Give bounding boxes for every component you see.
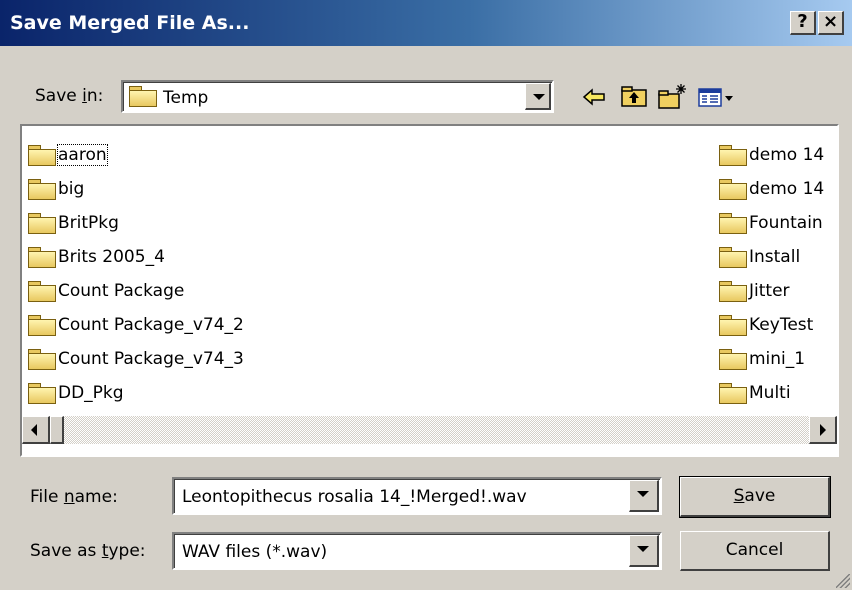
- folder-name: demo 14: [749, 179, 825, 199]
- folder-item[interactable]: Fountain: [719, 206, 824, 240]
- scroll-right-button[interactable]: [809, 416, 837, 444]
- close-button[interactable]: ×: [818, 11, 844, 35]
- horizontal-scrollbar[interactable]: [22, 416, 837, 444]
- back-arrow-icon[interactable]: [578, 82, 610, 112]
- save-as-type-value: WAV files (*.wav): [182, 542, 328, 562]
- folder-item[interactable]: demo 14: [719, 138, 824, 172]
- folder-item[interactable]: Multi: [719, 376, 824, 410]
- file-name-field[interactable]: Leontopithecus rosalia 14_!Merged!.wav: [172, 477, 662, 515]
- save-in-label: Save in:: [35, 86, 104, 106]
- folder-item[interactable]: Jitter: [719, 274, 824, 308]
- folder-icon: [719, 144, 747, 166]
- folder-name: KeyTest: [749, 315, 814, 335]
- folder-name: aaron: [57, 144, 108, 166]
- folder-icon: [28, 280, 56, 302]
- arrow-left-icon: [31, 424, 37, 436]
- save-as-type-label: Save as type:: [30, 541, 146, 561]
- folder-item[interactable]: mini_1: [719, 342, 824, 376]
- folder-item[interactable]: DD_Pkg: [28, 376, 244, 410]
- folder-name: DD_Pkg: [58, 383, 124, 403]
- folder-item[interactable]: Count Package: [28, 274, 244, 308]
- title-bar: Save Merged File As... ? ×: [0, 0, 852, 47]
- cancel-button[interactable]: Cancel: [680, 531, 830, 571]
- file-list[interactable]: aaron big BritPkg Brits 2005_4 Count Pac…: [20, 124, 839, 457]
- folder-item[interactable]: demo 14: [719, 172, 824, 206]
- window-title: Save Merged File As...: [10, 12, 250, 34]
- chevron-down-icon[interactable]: [629, 535, 659, 567]
- file-list-right-column: demo 14 demo 14 Fountain Install Jitter …: [719, 138, 824, 410]
- folder-name: Install: [749, 247, 801, 267]
- folder-icon: [28, 246, 56, 268]
- folder-item[interactable]: Count Package_v74_2: [28, 308, 244, 342]
- file-name-value: Leontopithecus rosalia 14_!Merged!.wav: [182, 487, 527, 507]
- resize-grip[interactable]: [836, 574, 850, 588]
- folder-name: mini_1: [749, 349, 806, 369]
- folder-icon: [28, 382, 56, 404]
- arrow-right-icon: [820, 424, 826, 436]
- up-one-level-icon[interactable]: [618, 82, 650, 112]
- folder-icon: [129, 86, 159, 112]
- folder-item[interactable]: BritPkg: [28, 206, 244, 240]
- save-in-value: Temp: [163, 88, 209, 108]
- folder-icon: [719, 280, 747, 302]
- folder-name: Multi: [749, 383, 791, 403]
- save-button[interactable]: Save: [679, 476, 831, 518]
- file-list-left-column: aaron big BritPkg Brits 2005_4 Count Pac…: [28, 138, 244, 410]
- folder-name: Count Package: [58, 281, 185, 301]
- create-new-folder-icon[interactable]: [656, 82, 688, 112]
- folder-name: Count Package_v74_2: [58, 315, 244, 335]
- folder-item[interactable]: KeyTest: [719, 308, 824, 342]
- folder-name: Jitter: [749, 281, 790, 301]
- scrollbar-thumb[interactable]: [50, 416, 64, 444]
- folder-item[interactable]: Count Package_v74_3: [28, 342, 244, 376]
- folder-icon: [28, 348, 56, 370]
- chevron-down-icon[interactable]: [525, 83, 551, 110]
- folder-item[interactable]: Brits 2005_4: [28, 240, 244, 274]
- folder-icon: [719, 178, 747, 200]
- folder-icon: [719, 348, 747, 370]
- folder-icon: [28, 314, 56, 336]
- folder-icon: [28, 178, 56, 200]
- folder-item[interactable]: Install: [719, 240, 824, 274]
- help-button[interactable]: ?: [790, 11, 816, 35]
- folder-icon: [719, 246, 747, 268]
- folder-icon: [719, 314, 747, 336]
- folder-icon: [719, 382, 747, 404]
- folder-name: Brits 2005_4: [58, 247, 165, 267]
- folder-name: BritPkg: [58, 213, 119, 233]
- save-as-type-dropdown[interactable]: WAV files (*.wav): [172, 532, 662, 570]
- file-name-label: File name:: [30, 487, 118, 507]
- folder-icon: [28, 212, 56, 234]
- folder-name: Count Package_v74_3: [58, 349, 244, 369]
- scroll-left-button[interactable]: [22, 416, 50, 444]
- folder-item[interactable]: big: [28, 172, 244, 206]
- folder-name: Fountain: [749, 213, 823, 233]
- folder-name: demo 14: [749, 145, 825, 165]
- folder-icon: [719, 212, 747, 234]
- folder-item[interactable]: aaron: [28, 138, 244, 172]
- folder-icon: [28, 144, 56, 166]
- folder-name: big: [58, 179, 85, 199]
- save-in-dropdown[interactable]: Temp: [121, 80, 554, 113]
- chevron-down-icon[interactable]: [629, 480, 659, 512]
- view-menu-icon[interactable]: [696, 82, 736, 112]
